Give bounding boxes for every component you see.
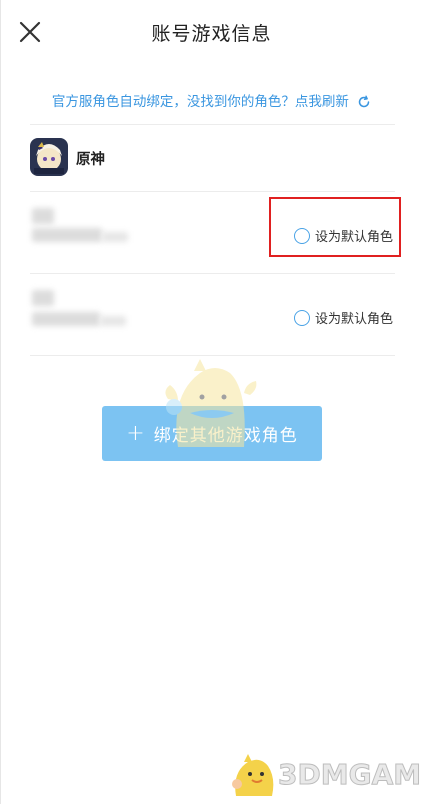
set-default-label: 设为默认角色 [314,312,393,327]
game-row: 原神 [30,135,395,185]
blurred-role-info [102,232,128,242]
watermark-logo: 3DMGAME [228,750,423,800]
refresh-icon [358,95,370,108]
watermark-mascot-icon [165,359,257,447]
watermark-chick-icon [232,754,274,796]
blurred-role-info [100,316,126,326]
blurred-role-info [32,228,102,242]
page-title: 账号游戏信息 [151,23,272,45]
role-row: 设为默认角色 [30,274,395,354]
plus-icon: + [126,421,146,446]
genshin-avatar-icon [30,138,68,176]
radio-button[interactable] [293,309,310,326]
header: 账号游戏信息 [0,0,423,66]
set-default-toggle[interactable]: 设为默认角色 [293,308,393,327]
refresh-hint-text: 官方服角色自动绑定，没找到你的角色？点我刷新 [51,94,349,110]
blurred-role-info [32,312,100,326]
watermark-text: 3DMGAME [277,758,423,792]
blurred-role-name [32,208,54,224]
divider [30,124,395,125]
blurred-role-name [32,290,54,306]
highlight-annotation [269,197,401,257]
refresh-hint-link[interactable]: 官方服角色自动绑定，没找到你的角色？点我刷新 [0,90,423,110]
game-name: 原神 [76,152,105,168]
